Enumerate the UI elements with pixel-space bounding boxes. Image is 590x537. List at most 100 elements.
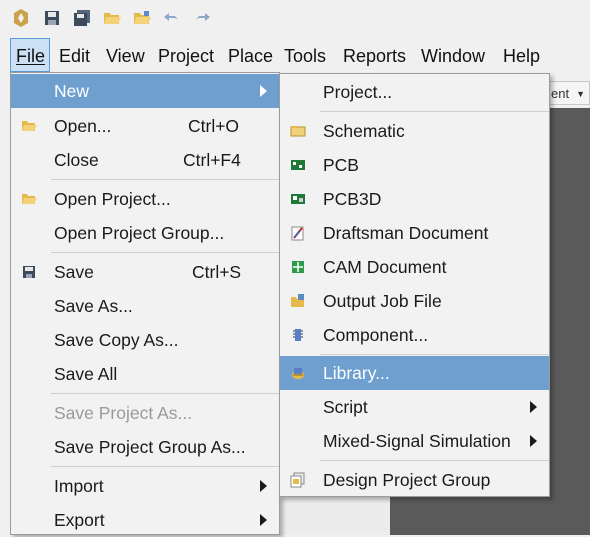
new-component[interactable]: Component... [280,318,549,352]
file-open-project-label: Open Project... [54,188,171,209]
menu-tools[interactable]: Tools [279,38,331,72]
menu-reports-label: Reports [343,46,407,66]
background-dropdown[interactable]: ent ▼ [548,81,590,105]
separator [51,466,279,467]
file-save-project-group-as-label: Save Project Group As... [54,436,246,457]
new-design-project-group[interactable]: Design Project Group [280,463,549,497]
dropdown-text: ent [551,86,570,101]
menu-edit[interactable]: Edit [54,38,95,72]
separator [51,179,279,180]
open-project-icon[interactable] [132,8,152,28]
file-open[interactable]: Open... Ctrl+O [11,109,279,143]
file-new-label: New [54,80,90,101]
file-save-shortcut: Ctrl+S [192,261,242,282]
menu-file-label: File [16,46,46,66]
app-logo-icon [11,8,31,28]
file-new[interactable]: New [11,74,279,108]
component-icon [290,327,306,343]
menu-bar: File Edit View Project Place Tools Repor… [0,38,590,72]
new-project[interactable]: Project... [280,75,549,109]
quick-access-toolbar [0,0,590,37]
file-open-project-group-label: Open Project Group... [54,222,225,243]
new-pcb[interactable]: PCB [280,148,549,182]
submenu-arrow-icon [530,435,537,447]
submenu-arrow-icon [530,401,537,413]
file-save-label: Save [54,261,94,282]
file-save-project-as-label: Save Project As... [54,402,193,423]
menu-tools-label: Tools [284,46,327,66]
menu-place[interactable]: Place [223,38,278,72]
menu-window[interactable]: Window [416,38,490,72]
file-save-copy-as-label: Save Copy As... [54,329,179,350]
menu-view[interactable]: View [101,38,150,72]
new-cam-document[interactable]: CAM Document [280,250,549,284]
separator [320,460,549,461]
draftsman-icon [290,225,306,241]
save-icon [21,264,37,280]
menu-project-label: Project [158,46,215,66]
file-save-copy-as[interactable]: Save Copy As... [11,323,279,357]
new-pcb3d[interactable]: PCB3D [280,182,549,216]
project-group-icon [290,472,306,488]
open-folder-icon[interactable] [102,8,122,28]
file-save-project-as: Save Project As... [11,396,279,430]
new-library[interactable]: Library... [280,356,549,390]
new-project-label: Project... [323,81,393,102]
new-mixed-signal-simulation-label: Mixed-Signal Simulation [323,430,511,451]
submenu-arrow-icon [260,85,267,97]
file-open-project-group[interactable]: Open Project Group... [11,216,279,250]
separator [51,252,279,253]
new-script-label: Script [323,396,368,417]
file-close[interactable]: Close Ctrl+F4 [11,143,279,177]
separator [320,111,549,112]
redo-icon[interactable] [192,8,212,28]
file-save-project-group-as[interactable]: Save Project Group As... [11,430,279,464]
new-output-job-file[interactable]: Output Job File [280,284,549,318]
menu-help-label: Help [503,46,541,66]
pcb-icon [290,157,306,173]
file-export[interactable]: Export [11,503,279,537]
schematic-icon [290,123,306,139]
new-design-project-group-label: Design Project Group [323,469,491,490]
menu-file[interactable]: File [10,38,50,72]
menu-edit-label: Edit [59,46,91,66]
file-save-as-label: Save As... [54,295,133,316]
file-import[interactable]: Import [11,469,279,503]
pcb3d-icon [290,191,306,207]
file-close-label: Close [54,149,99,170]
menu-reports[interactable]: Reports [338,38,411,72]
cam-icon [290,259,306,275]
new-pcb3d-label: PCB3D [323,188,382,209]
file-close-shortcut: Ctrl+F4 [183,149,241,170]
output-job-icon [290,293,306,309]
new-library-label: Library... [323,362,390,383]
separator [51,393,279,394]
new-schematic-label: Schematic [323,120,405,141]
library-icon [290,365,306,381]
menu-project[interactable]: Project [153,38,219,72]
save-icon[interactable] [42,8,62,28]
save-all-icon[interactable] [72,8,92,28]
new-mixed-signal-simulation[interactable]: Mixed-Signal Simulation [280,424,549,458]
new-cam-document-label: CAM Document [323,256,447,277]
file-save-all[interactable]: Save All [11,357,279,391]
file-save[interactable]: Save Ctrl+S [11,255,279,289]
undo-icon[interactable] [162,8,182,28]
file-menu: New Open... Ctrl+O Close Ctrl+F4 Open Pr… [10,72,280,535]
submenu-arrow-icon [260,514,267,526]
new-draftsman-document-label: Draftsman Document [323,222,489,243]
menu-window-label: Window [421,46,486,66]
file-open-label: Open... [54,115,112,136]
file-save-as[interactable]: Save As... [11,289,279,323]
new-draftsman-document[interactable]: Draftsman Document [280,216,549,250]
new-schematic[interactable]: Schematic [280,114,549,148]
menu-help[interactable]: Help [498,38,545,72]
new-output-job-file-label: Output Job File [323,290,442,311]
file-open-shortcut: Ctrl+O [188,115,240,136]
new-component-label: Component... [323,324,429,345]
menu-view-label: View [106,46,145,66]
new-script[interactable]: Script [280,390,549,424]
file-open-project[interactable]: Open Project... [11,182,279,216]
separator [320,354,549,355]
open-project-icon [21,191,37,207]
